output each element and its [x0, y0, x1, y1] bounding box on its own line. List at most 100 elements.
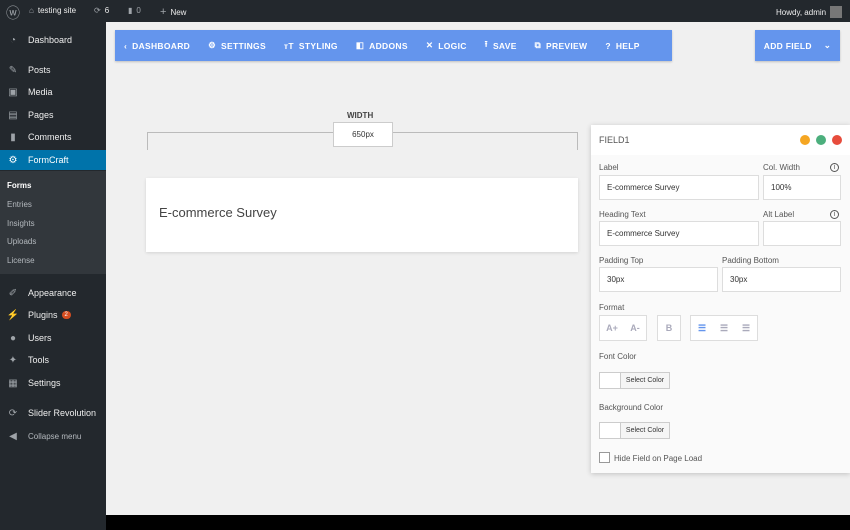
gear-icon: ⚙	[208, 40, 217, 50]
width-label: WIDTH	[347, 111, 374, 120]
sidebar-item-pages[interactable]: ▤ Pages	[0, 105, 106, 125]
minimize-icon[interactable]	[800, 135, 810, 145]
add-field-button[interactable]: ADD FIELD ⌄	[755, 30, 840, 61]
font-decrease-button[interactable]: A-	[630, 323, 640, 333]
info-icon[interactable]: i	[830, 163, 839, 172]
font-color-label: Font Color	[599, 352, 637, 361]
panel-title: FIELD1	[599, 135, 630, 145]
close-icon[interactable]	[832, 135, 842, 145]
sidebar-item-label: Tools	[28, 355, 50, 365]
col-width-input[interactable]: 100%	[763, 175, 841, 200]
toolbar-label: HELP	[615, 40, 640, 51]
site-link[interactable]: ⌂ testing site	[29, 6, 76, 15]
toolbar-save-button[interactable]: ⭱ SAVE	[485, 39, 517, 53]
toolbar-styling-button[interactable]: ᴛT STYLING	[284, 41, 338, 51]
wordpress-logo-icon[interactable]: ⓦ	[6, 3, 20, 23]
sidebar-item-label: Comments	[28, 132, 72, 142]
updates-link[interactable]: ⟳ 6	[94, 6, 109, 15]
sidebar-item-users[interactable]: ● Users	[0, 328, 106, 348]
chevron-left-icon: ‹	[124, 40, 128, 51]
sidebar-item-label: Media	[28, 87, 53, 97]
sidebar-item-plugins[interactable]: ⚡ Plugins 2	[0, 305, 106, 325]
sidebar-item-appearance[interactable]: ✐ Appearance	[0, 283, 106, 303]
plugins-update-badge: 2	[61, 311, 71, 319]
hide-field-label: Hide Field on Page Load	[614, 454, 703, 463]
toolbar-preview-button[interactable]: ⧉ PREVIEW	[535, 40, 588, 51]
toolbar-dashboard-button[interactable]: ‹ DASHBOARD	[124, 41, 190, 51]
toolbar-label: PREVIEW	[546, 40, 588, 51]
sidebar-item-settings[interactable]: ▦ Settings	[0, 373, 106, 393]
panel-header: FIELD1	[591, 125, 850, 155]
font-increase-button[interactable]: A+	[606, 323, 618, 333]
hide-field-checkbox[interactable]	[599, 452, 610, 463]
width-input[interactable]: 650px	[333, 122, 393, 147]
bottom-bar	[106, 515, 850, 530]
padding-bottom-input[interactable]: 30px	[722, 267, 841, 292]
submenu-item-forms[interactable]: Forms	[7, 181, 31, 190]
refresh-icon: ⟳	[8, 407, 18, 419]
align-center-icon[interactable]: ☰	[720, 323, 728, 334]
comments-link[interactable]: ▮ 0	[128, 6, 141, 15]
bold-button[interactable]: B	[657, 315, 681, 341]
toolbar-label: DASHBOARD	[132, 40, 191, 51]
background-color-picker[interactable]: Select Color	[599, 422, 670, 439]
toolbar-settings-button[interactable]: ⚙ SETTINGS	[208, 40, 266, 51]
sidebar-item-tools[interactable]: ✦ Tools	[0, 350, 106, 370]
info-icon[interactable]: i	[830, 210, 839, 219]
col-width-label: Col. Width	[763, 163, 800, 172]
maximize-icon[interactable]	[816, 135, 826, 145]
howdy-label: Howdy, admin	[776, 7, 827, 17]
submenu-item-entries[interactable]: Entries	[7, 200, 32, 209]
sidebar-item-label: Collapse menu	[28, 431, 82, 441]
upload-icon: ⭱	[484, 38, 488, 49]
toolbar-label: SAVE	[492, 40, 517, 51]
toolbar-logic-button[interactable]: ✕ LOGIC	[426, 40, 467, 51]
align-left-icon[interactable]: ☰	[698, 323, 706, 334]
sidebar-item-label: Users	[28, 333, 52, 343]
submenu-item-insights[interactable]: Insights	[7, 219, 35, 228]
padding-bottom-label: Padding Bottom	[722, 256, 779, 265]
refresh-icon: ⟳	[94, 6, 101, 15]
dashboard-icon: ◔	[9, 34, 17, 46]
sidebar-item-slider-revolution[interactable]: ⟳ Slider Revolution	[0, 403, 106, 423]
font-color-picker[interactable]: Select Color	[599, 372, 670, 389]
heading-text-input[interactable]: E-commerce Survey	[599, 221, 759, 246]
field-settings-panel: FIELD1 Label Col. Width i E-commerce Sur…	[591, 125, 850, 473]
alt-label-input[interactable]	[763, 221, 841, 246]
submenu-item-uploads[interactable]: Uploads	[7, 237, 36, 246]
text-icon: ᴛT	[283, 40, 294, 51]
font-size-group: A+ A-	[599, 315, 647, 341]
sidebar-item-dashboard[interactable]: ◔ Dashboard	[0, 30, 106, 50]
collapse-icon: ◀	[9, 430, 17, 442]
toolbar-addons-button[interactable]: ◧ ADDONS	[356, 40, 408, 51]
sidebar-item-media[interactable]: ▣ Media	[0, 82, 106, 102]
preview-icon: ⧉	[534, 40, 542, 50]
padding-top-input[interactable]: 30px	[599, 267, 718, 292]
toolbar-label: ADDONS	[369, 40, 408, 51]
form-heading-field[interactable]: E-commerce Survey	[146, 178, 578, 252]
sidebar-item-label: Dashboard	[28, 35, 73, 45]
formcraft-toolbar: ‹ DASHBOARD ⚙ SETTINGS ᴛT STYLING ◧ ADDONS ✕ LOGI…	[115, 30, 672, 61]
align-right-icon[interactable]: ☰	[742, 323, 750, 334]
account-link[interactable]: Howdy, admin	[776, 6, 843, 18]
form-heading: E-commerce Survey	[159, 205, 277, 220]
sidebar-item-label: Appearance	[28, 288, 77, 298]
toolbar-label: STYLING	[298, 40, 338, 51]
sidebar-item-comments[interactable]: ▮ Comments	[0, 127, 106, 147]
sidebar-item-formcraft[interactable]: ⚙ FormCraft	[0, 150, 106, 170]
sidebar-item-posts[interactable]: ✎ Posts	[0, 60, 106, 80]
sidebar-item-label: Posts	[28, 65, 51, 75]
new-link[interactable]: + New	[160, 6, 186, 18]
comment-icon: ▮	[10, 131, 16, 143]
home-icon: ⌂	[29, 6, 34, 15]
label-input[interactable]: E-commerce Survey	[599, 175, 759, 200]
submenu-item-license[interactable]: License	[7, 256, 35, 265]
sidebar-item-label: Pages	[28, 110, 54, 120]
align-group: ☰ ☰ ☰	[690, 315, 758, 341]
color-swatch	[600, 373, 621, 388]
toolbar-help-button[interactable]: ? HELP	[605, 41, 639, 51]
sidebar-item-label: Plugins	[28, 310, 58, 320]
toolbar-label: SETTINGS	[221, 40, 266, 51]
sidebar-item-collapse-menu[interactable]: ◀ Collapse menu	[0, 426, 106, 446]
media-icon: ▣	[8, 86, 18, 98]
